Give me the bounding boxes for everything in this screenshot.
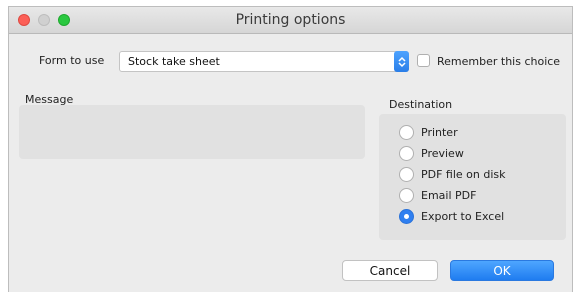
radio-button[interactable] xyxy=(399,167,414,182)
remember-choice-label: Remember this choice xyxy=(437,55,561,68)
radio-button[interactable] xyxy=(399,125,414,140)
radio-button[interactable] xyxy=(399,188,414,203)
select-arrows-icon xyxy=(394,51,409,72)
message-field[interactable] xyxy=(19,105,365,159)
ok-button[interactable]: OK xyxy=(450,260,554,281)
remember-choice-checkbox[interactable] xyxy=(417,54,430,67)
radio-label: Preview xyxy=(421,147,464,160)
printing-options-dialog: Printing options Form to use Stock take … xyxy=(8,6,573,292)
form-select[interactable]: Stock take sheet xyxy=(119,51,409,72)
radio-label: Email PDF xyxy=(421,189,477,202)
window-title: Printing options xyxy=(235,12,346,28)
cancel-button[interactable]: Cancel xyxy=(342,260,438,281)
form-select-value: Stock take sheet xyxy=(128,55,220,68)
radio-label: Printer xyxy=(421,126,458,139)
title-bar: Printing options xyxy=(9,7,572,34)
form-to-use-label: Form to use xyxy=(39,54,105,67)
radio-button-selected[interactable] xyxy=(399,209,414,224)
destination-label: Destination xyxy=(389,98,453,111)
radio-label: PDF file on disk xyxy=(421,168,506,181)
destination-group: Printer Preview PDF file on disk Email P… xyxy=(379,114,566,240)
radio-button[interactable] xyxy=(399,146,414,161)
radio-label: Export to Excel xyxy=(421,210,505,223)
